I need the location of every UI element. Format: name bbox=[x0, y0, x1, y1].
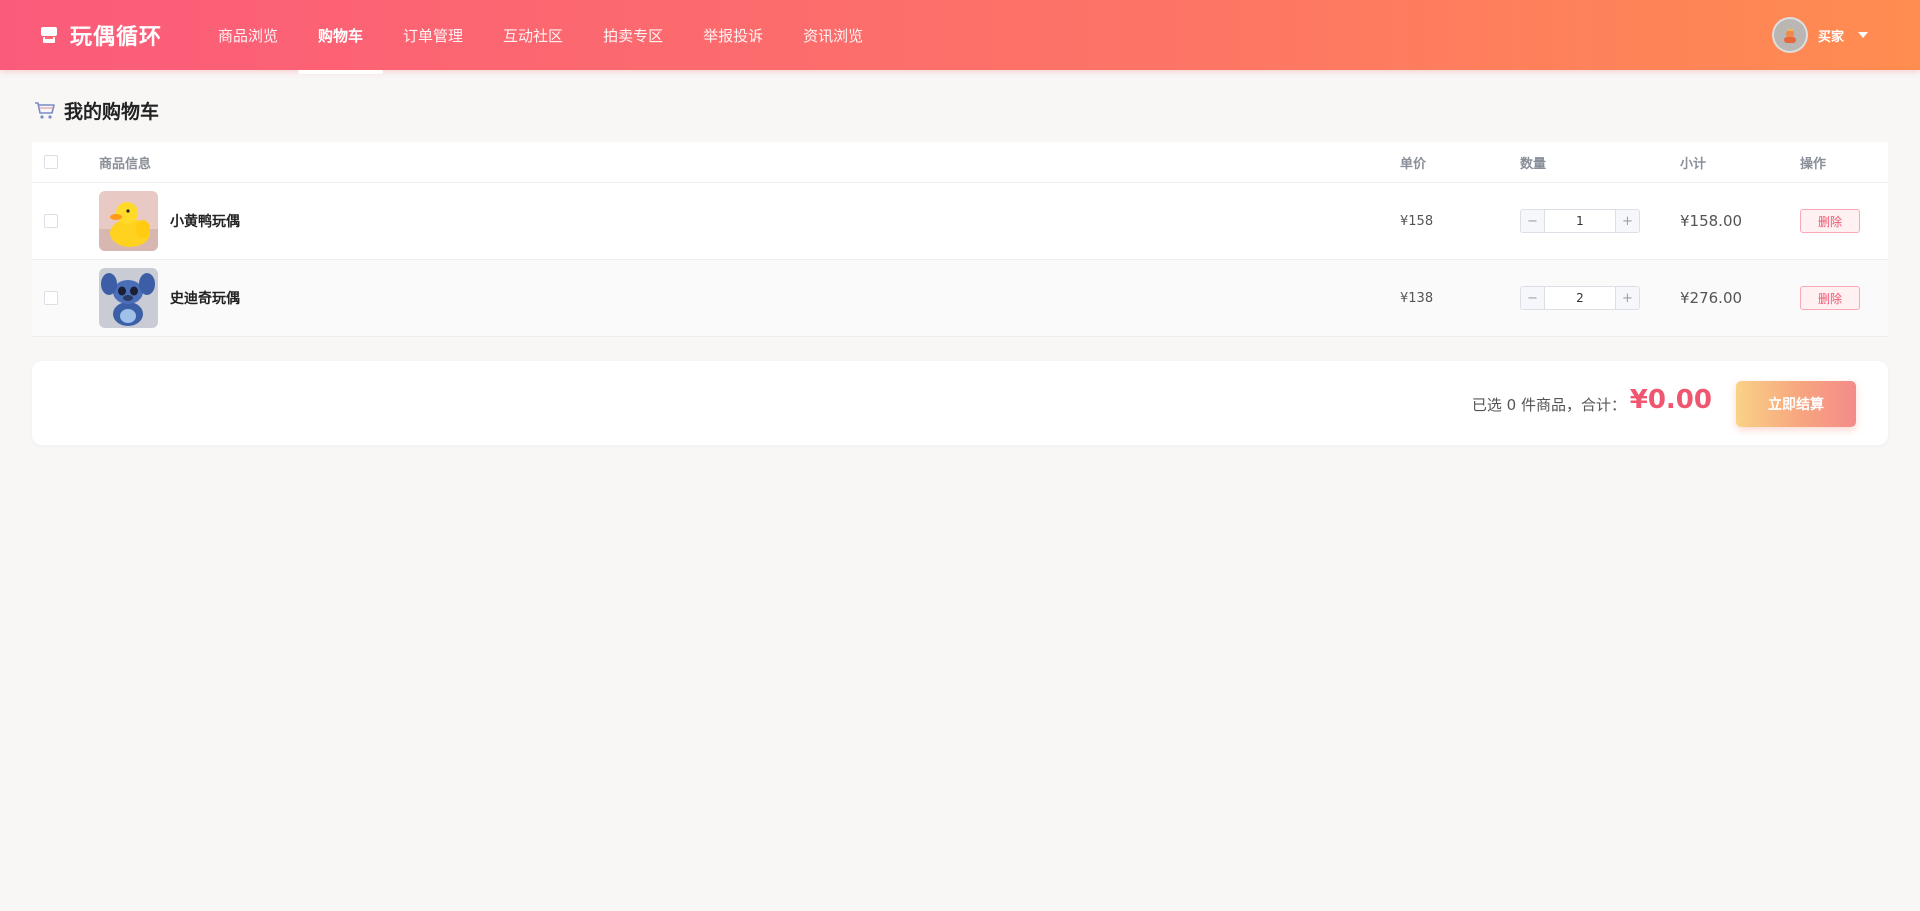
table-row: 小黄鸭玩偶 ¥158 − + ¥158.00 删除 bbox=[32, 183, 1888, 260]
header-price: 单价 bbox=[1400, 156, 1427, 172]
product-name[interactable]: 史迪奇玩偶 bbox=[170, 288, 240, 308]
decrease-button[interactable]: − bbox=[1521, 210, 1545, 232]
nav-item-label: 资讯浏览 bbox=[803, 26, 864, 45]
unit-price: ¥138 bbox=[1400, 290, 1434, 306]
main-nav: 商品浏览 购物车 订单管理 互动社区 拍卖专区 举报投诉 资讯浏览 bbox=[198, 0, 883, 74]
header-subtotal: 小计 bbox=[1680, 156, 1707, 172]
avatar-image-icon bbox=[1783, 29, 1796, 43]
nav-item-label: 举报投诉 bbox=[703, 26, 764, 45]
nav-item-label: 互动社区 bbox=[503, 26, 564, 45]
cart-table: 商品信息 单价 数量 小计 操作 小黄鸭玩偶 ¥158 − 1 + ¥158.0… bbox=[32, 142, 1888, 337]
product-thumbnail[interactable] bbox=[99, 191, 158, 251]
nav-item-label: 拍卖专区 bbox=[603, 26, 664, 45]
checkout-button[interactable]: 立即结算 bbox=[1736, 381, 1856, 427]
top-navigation-bar: 玩偶循环 商品浏览 购物车 订单管理 互动社区 拍卖专区 举报投诉 资讯浏览 买… bbox=[0, 0, 1920, 74]
page-title: 我的购物车 bbox=[34, 97, 159, 123]
nav-item-auction[interactable]: 拍卖专区 bbox=[583, 0, 683, 70]
subtotal: ¥158.00 bbox=[1680, 212, 1743, 230]
nav-item-label: 订单管理 bbox=[403, 26, 464, 45]
decrease-button[interactable]: − bbox=[1521, 287, 1545, 309]
checkout-summary-bar: 已选 0 件商品，合计： ¥0.00 立即结算 bbox=[32, 361, 1888, 445]
nav-item-cart[interactable]: 购物车 bbox=[298, 0, 384, 74]
nav-item-browse[interactable]: 商品浏览 bbox=[198, 0, 298, 70]
quantity-stepper: − + bbox=[1520, 209, 1640, 233]
shopping-cart-icon bbox=[35, 102, 55, 119]
product-thumbnail[interactable] bbox=[99, 268, 158, 328]
quantity-input[interactable] bbox=[1545, 287, 1615, 309]
page-title-text: 我的购物车 bbox=[64, 100, 160, 123]
chevron-down-icon bbox=[1858, 32, 1868, 38]
user-name: 买家 bbox=[1817, 29, 1844, 45]
product-name[interactable]: 小黄鸭玩偶 bbox=[170, 211, 240, 231]
selected-count-text: 已选 0 件商品，合计： bbox=[1471, 396, 1626, 414]
storefront-icon bbox=[41, 27, 57, 43]
nav-item-orders[interactable]: 订单管理 bbox=[383, 0, 483, 70]
delete-button[interactable]: 删除 bbox=[1800, 286, 1860, 310]
nav-item-news[interactable]: 资讯浏览 bbox=[783, 0, 883, 70]
header-info: 商品信息 bbox=[99, 156, 152, 172]
stitch-plush-icon bbox=[99, 268, 158, 328]
increase-button[interactable]: + bbox=[1615, 287, 1639, 309]
delete-button[interactable]: 删除 bbox=[1800, 209, 1860, 233]
quantity-input[interactable] bbox=[1545, 210, 1615, 232]
yellow-duck-plush-icon bbox=[99, 191, 158, 251]
row-checkbox[interactable] bbox=[44, 291, 58, 305]
select-all-checkbox[interactable] bbox=[44, 155, 58, 169]
increase-button[interactable]: + bbox=[1615, 210, 1639, 232]
quantity-stepper: − + bbox=[1520, 286, 1640, 310]
subtotal: ¥276.00 bbox=[1680, 289, 1743, 307]
brand[interactable]: 玩偶循环 bbox=[40, 20, 162, 50]
table-row: 史迪奇玩偶 ¥138 − + ¥276.00 删除 bbox=[32, 260, 1888, 337]
brand-name: 玩偶循环 bbox=[70, 25, 163, 50]
nav-item-label: 购物车 bbox=[318, 26, 364, 45]
unit-price: ¥158 bbox=[1400, 213, 1434, 229]
table-header: 商品信息 单价 数量 小计 操作 bbox=[32, 142, 1888, 183]
total-amount: ¥0.00 bbox=[1629, 385, 1712, 415]
nav-item-label: 商品浏览 bbox=[218, 26, 279, 45]
row-checkbox[interactable] bbox=[44, 214, 58, 228]
avatar bbox=[1771, 17, 1808, 53]
nav-item-community[interactable]: 互动社区 bbox=[483, 0, 583, 70]
header-quantity: 数量 bbox=[1520, 156, 1547, 172]
nav-item-report[interactable]: 举报投诉 bbox=[683, 0, 783, 70]
user-menu[interactable]: 买家 bbox=[1771, 16, 1868, 54]
header-actions: 操作 bbox=[1800, 156, 1827, 172]
